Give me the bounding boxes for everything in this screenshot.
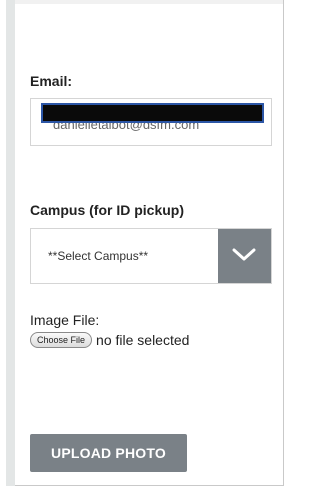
image-file-label: Image File: [30, 312, 100, 328]
choose-file-button[interactable]: Choose File [30, 332, 93, 348]
left-border [6, 0, 15, 486]
campus-dropdown-button[interactable] [218, 229, 271, 283]
file-input-row: Choose File no file selected [30, 331, 189, 349]
chevron-down-icon [232, 248, 256, 261]
upload-photo-button[interactable]: UPLOAD PHOTO [30, 434, 187, 472]
campus-selected-value: **Select Campus** [48, 249, 149, 263]
campus-select[interactable]: **Select Campus** [30, 228, 272, 284]
campus-label: Campus (for ID pickup) [30, 202, 185, 218]
top-border [15, 0, 283, 4]
redaction-overlay [41, 103, 264, 123]
email-field[interactable]: danielletalbot@dsfm.com [30, 98, 272, 146]
email-label: Email: [30, 73, 73, 89]
file-status: no file selected [96, 332, 190, 348]
